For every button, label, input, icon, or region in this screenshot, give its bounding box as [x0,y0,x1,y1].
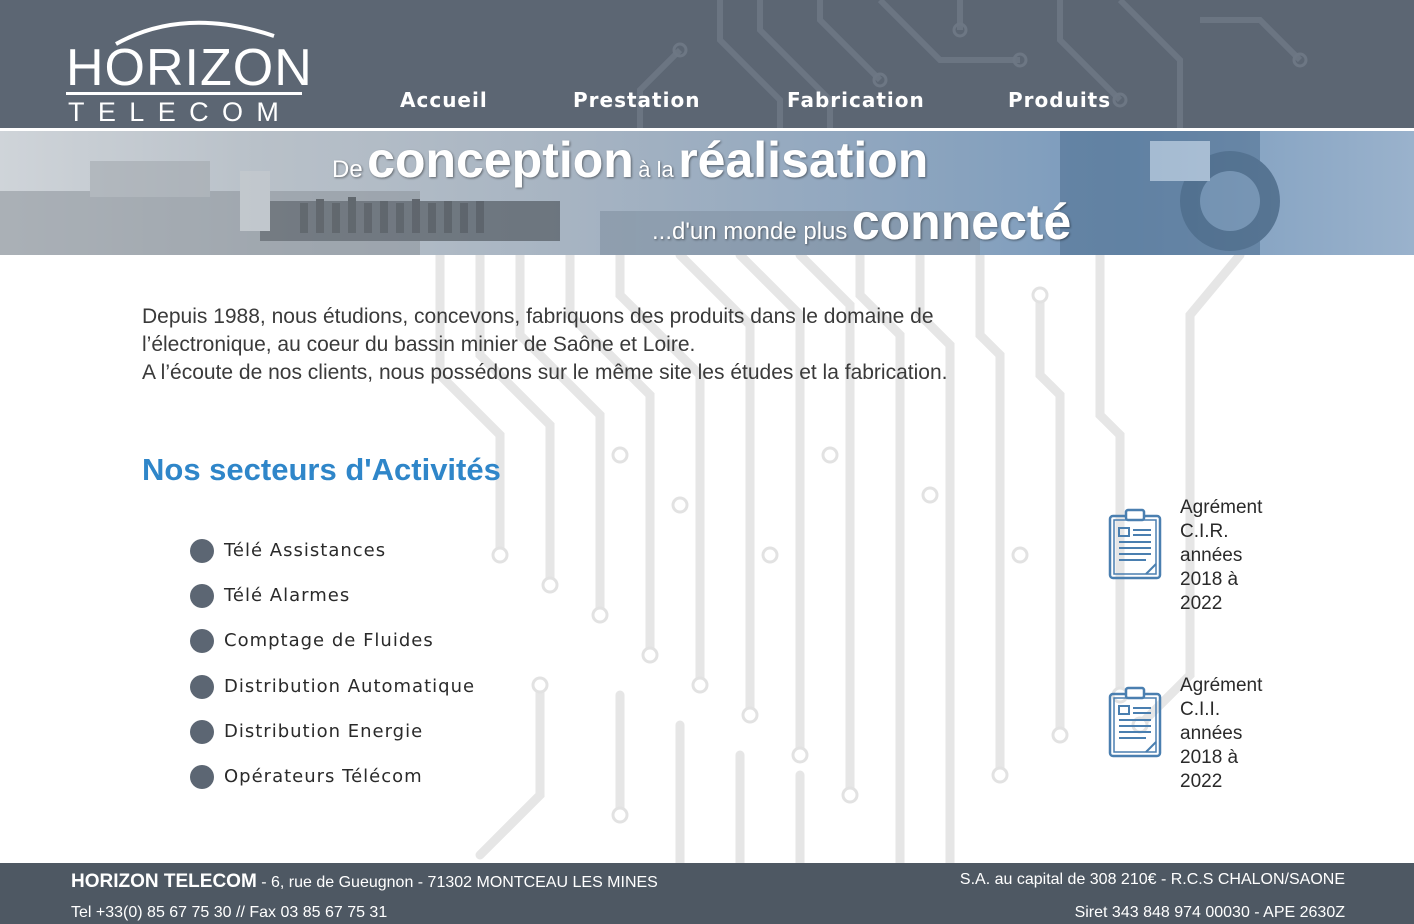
banner-tagline-1: De conception à la réalisation [332,131,928,189]
activity-label: Comptage de Fluides [224,630,434,651]
nav-produits[interactable]: Produits [1008,88,1111,112]
activity-label: Distribution Energie [224,721,424,742]
bullet-icon [190,675,214,699]
hero-banner: De conception à la réalisation ...d'un m… [0,131,1414,255]
footer-siret: Siret 343 848 974 00030 - APE 2630Z [1074,904,1345,921]
nav-accueil[interactable]: Accueil [400,88,488,112]
footer-address: HORIZON TELECOM - 6, rue de Gueugnon - 7… [71,871,658,893]
agrement-line: 2018 à [1180,747,1239,768]
footer-company-name: HORIZON TELECOM [71,871,257,892]
agrement-line: années [1180,545,1243,566]
bullet-icon [190,720,214,744]
banner-word-realisation: réalisation [678,132,929,188]
activity-label: Distribution Automatique [224,676,476,697]
bullet-icon [190,584,214,608]
main-nav: Accueil Prestation Fabrication Produits [0,88,1414,118]
banner-word-de: De [332,156,363,183]
bullet-icon [190,629,214,653]
agrement-line: années [1180,723,1243,744]
agrement-line: C.I.R. [1180,521,1229,542]
agrement-line: 2022 [1180,593,1223,614]
intro-text: Depuis 1988, nous étudions, concevons, f… [142,303,1042,387]
banner-word-monde: ...d'un monde plus [652,218,848,245]
banner-word-connecte: connecté [851,194,1072,250]
activity-label: Opérateurs Télécom [224,766,423,787]
footer-phone: Tel +33(0) 85 67 75 30 // Fax 03 85 67 7… [71,904,388,921]
agrement-text: Agrément C.I.I. années 2018 à 2022 [1180,674,1290,794]
intro-line: A l’écoute de nos clients, nous possédon… [142,361,948,384]
banner-tagline-2: ...d'un monde plus connecté [652,193,1071,251]
agrement-line: 2022 [1180,771,1223,792]
activities-title: Nos secteurs d'Activités [142,452,501,487]
bullet-icon [190,539,214,563]
activity-label: Télé Alarmes [224,585,351,606]
footer-capital: S.A. au capital de 308 210€ - R.C.S CHAL… [959,871,1345,888]
site-footer: HORIZON TELECOM - 6, rue de Gueugnon - 7… [0,863,1414,924]
bullet-icon [190,765,214,789]
agrement-text: Agrément C.I.R. années 2018 à 2022 [1180,496,1290,616]
agrement-line: 2018 à [1180,569,1239,590]
nav-fabrication[interactable]: Fabrication [787,88,925,112]
agrement-line: C.I.I. [1180,699,1221,720]
banner-word-a-la: à la [638,157,674,182]
agrement-line: Agrément [1180,497,1263,518]
footer-address-text: - 6, rue de Gueugnon - 71302 MONTCEAU LE… [256,874,658,891]
intro-line: Depuis 1988, nous étudions, concevons, f… [142,305,934,328]
clipboard-icon [1108,508,1162,580]
banner-word-conception: conception [367,132,634,188]
logo-text-horizon: HORIZON [66,39,313,97]
nav-prestation[interactable]: Prestation [573,88,700,112]
agrement-line: Agrément [1180,675,1263,696]
site-header: HORIZON TELECOM Accueil Prestation Fabri… [0,0,1414,128]
activity-label: Télé Assistances [224,540,387,561]
clipboard-icon [1108,686,1162,758]
intro-line: l’électronique, au coeur du bassin minie… [142,333,696,356]
